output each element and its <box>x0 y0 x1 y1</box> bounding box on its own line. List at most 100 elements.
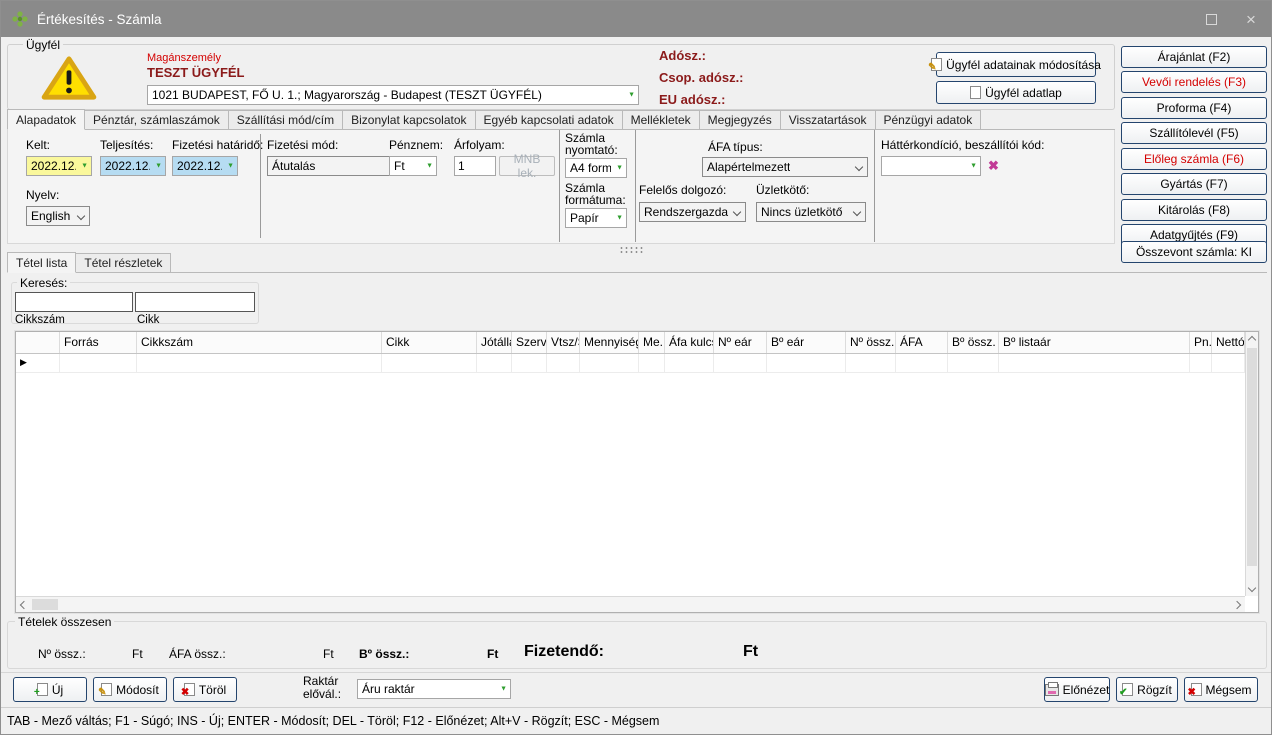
grid-cell[interactable]: ▶ <box>16 354 60 373</box>
main-tab-7[interactable]: Visszatartások <box>779 110 876 129</box>
szamla-formatum-select[interactable]: Papír ▼ <box>565 208 627 228</box>
column-header-11[interactable]: Bº eár <box>767 332 846 353</box>
column-header-17[interactable]: Nettó <box>1212 332 1245 353</box>
arfolyam-input[interactable] <box>454 156 496 176</box>
warehouse-select[interactable]: Áru raktár ▼ <box>357 679 511 699</box>
grid-cell[interactable] <box>665 354 714 373</box>
new-item-button[interactable]: + Új <box>13 677 87 702</box>
column-header-3[interactable]: Cikk <box>382 332 477 353</box>
customer-datasheet-button[interactable]: Ügyfél adatlap <box>936 81 1096 104</box>
hatterkondicio-select[interactable]: ▼ <box>881 156 981 176</box>
column-header-8[interactable]: Me. <box>639 332 665 353</box>
arfolyam-label: Árfolyam: <box>454 138 505 152</box>
customer-address-combobox[interactable]: 1021 BUDAPEST, FŐ U. 1.; Magyarország - … <box>147 85 639 105</box>
add-icon: + <box>34 683 48 698</box>
grid-cell[interactable] <box>60 354 137 373</box>
horizontal-scrollbar[interactable] <box>16 596 1245 612</box>
scroll-down-icon[interactable] <box>1246 582 1258 594</box>
column-header-16[interactable]: Pn. <box>1190 332 1212 353</box>
column-header-13[interactable]: ÁFA <box>896 332 948 353</box>
kelt-date-picker[interactable]: 2022.12.08.▼ <box>26 156 92 176</box>
vertical-scrollbar[interactable] <box>1245 332 1258 596</box>
column-header-4[interactable]: Jótállás <box>477 332 512 353</box>
action-button-f7[interactable]: Gyártás (F7) <box>1121 173 1267 196</box>
action-button-f3[interactable]: Vevői rendelés (F3) <box>1121 71 1267 94</box>
horizontal-scroll-thumb[interactable] <box>32 599 58 610</box>
search-cikk-input[interactable] <box>135 292 255 312</box>
search-cikkszam-input[interactable] <box>15 292 133 312</box>
save-button[interactable]: ✔ Rögzít <box>1116 677 1178 702</box>
grid-cell[interactable] <box>714 354 767 373</box>
uzletkoto-select[interactable]: Nincs üzletkötő <box>756 202 866 222</box>
action-button-column: Árajánlat (F2) Vevői rendelés (F3) Proform… <box>1121 46 1267 246</box>
column-header-10[interactable]: Nº eár <box>714 332 767 353</box>
customer-modify-button[interactable]: ✎ Ügyfél adatainak módosítása <box>928 52 1101 77</box>
tab-tetel-lista[interactable]: Tétel lista <box>7 252 77 273</box>
grid-cell[interactable] <box>477 354 512 373</box>
column-header-6[interactable]: Vtsz/S <box>547 332 580 353</box>
column-header-1[interactable]: Forrás <box>60 332 137 353</box>
nyelv-select[interactable]: English <box>26 206 90 226</box>
teljesites-date-picker[interactable]: 2022.12.08.▼ <box>100 156 166 176</box>
close-button[interactable]: × <box>1231 1 1271 37</box>
splitter-handle[interactable] <box>619 246 645 253</box>
grid-cell[interactable] <box>1212 354 1245 373</box>
grid-cell[interactable] <box>999 354 1190 373</box>
row-selector-header[interactable] <box>16 332 60 353</box>
action-button-f8[interactable]: Kitárolás (F8) <box>1121 198 1267 221</box>
grid-cell[interactable] <box>1190 354 1212 373</box>
column-header-7[interactable]: Mennyiség <box>580 332 639 353</box>
edit-pencil-icon: ✎ <box>98 683 113 698</box>
modify-item-button[interactable]: ✎ Módosít <box>93 677 167 702</box>
action-button-f6[interactable]: Előleg számla (F6) <box>1121 147 1267 170</box>
chevron-down-icon <box>76 211 86 221</box>
fizetesi-hatarido-date-picker[interactable]: 2022.12.11.▼ <box>172 156 238 176</box>
main-tab-3[interactable]: Bizonylat kapcsolatok <box>342 110 476 129</box>
grid-cell[interactable] <box>639 354 665 373</box>
column-header-14[interactable]: Bº össz. <box>948 332 999 353</box>
grid-current-row[interactable]: ▶ <box>16 354 1245 373</box>
main-tab-5[interactable]: Mellékletek <box>621 110 700 129</box>
column-header-12[interactable]: Nº össz. <box>846 332 896 353</box>
afa-tipus-select[interactable]: Alapértelmezett <box>702 157 868 177</box>
main-tab-4[interactable]: Egyéb kapcsolati adatok <box>474 110 623 129</box>
action-button-f5[interactable]: Szállítólevél (F5) <box>1121 122 1267 145</box>
grid-cell[interactable] <box>767 354 846 373</box>
column-header-15[interactable]: Bº listaár <box>999 332 1190 353</box>
cancel-button[interactable]: ✖ Mégsem <box>1184 677 1258 702</box>
preview-button[interactable]: Előnézet <box>1044 677 1110 702</box>
grid-cell[interactable] <box>580 354 639 373</box>
column-header-9[interactable]: Áfa kulcs <box>665 332 714 353</box>
eu-tax-label: EU adósz.: <box>659 92 726 107</box>
grid-cell[interactable] <box>846 354 896 373</box>
grid-cell[interactable] <box>896 354 948 373</box>
column-header-2[interactable]: Cikkszám <box>137 332 382 353</box>
grid-cell[interactable] <box>547 354 580 373</box>
main-tab-8[interactable]: Pénzügyi adatok <box>874 110 982 129</box>
szamla-nyomtato-select[interactable]: A4 formá▼ <box>565 158 627 178</box>
main-tab-2[interactable]: Szállítási mód/cím <box>227 110 344 129</box>
vertical-scroll-thumb[interactable] <box>1247 348 1257 566</box>
maximize-button[interactable] <box>1191 1 1231 37</box>
grid-cell[interactable] <box>512 354 547 373</box>
delete-item-button[interactable]: ✖ Töröl <box>173 677 237 702</box>
clear-field-icon[interactable]: ✖ <box>988 159 999 172</box>
uzletkoto-label: Üzletkötő: <box>756 183 810 197</box>
scroll-right-icon[interactable] <box>1231 597 1243 612</box>
scroll-up-icon[interactable] <box>1246 334 1258 346</box>
warehouse-label: Raktár elővál.: <box>303 674 342 701</box>
main-tab-1[interactable]: Pénztár, számlaszámok <box>84 110 229 129</box>
tab-tetel-reszletek[interactable]: Tétel részletek <box>75 253 172 272</box>
column-header-5[interactable]: Szerv <box>512 332 547 353</box>
scroll-left-icon[interactable] <box>18 597 30 612</box>
grid-cell[interactable] <box>137 354 382 373</box>
main-tab-0[interactable]: Alapadatok <box>7 109 86 130</box>
action-button-f2[interactable]: Árajánlat (F2) <box>1121 46 1267 68</box>
grid-cell[interactable] <box>382 354 477 373</box>
main-tab-6[interactable]: Megjegyzés <box>698 110 781 129</box>
mnb-rate-button[interactable]: MNB lek. <box>499 152 555 180</box>
grid-cell[interactable] <box>948 354 999 373</box>
action-button-f4[interactable]: Proforma (F4) <box>1121 96 1267 119</box>
penznem-select[interactable]: Ft ▼ <box>389 156 437 176</box>
felelos-dolgozo-select[interactable]: Rendszergazda Gé <box>639 202 746 222</box>
